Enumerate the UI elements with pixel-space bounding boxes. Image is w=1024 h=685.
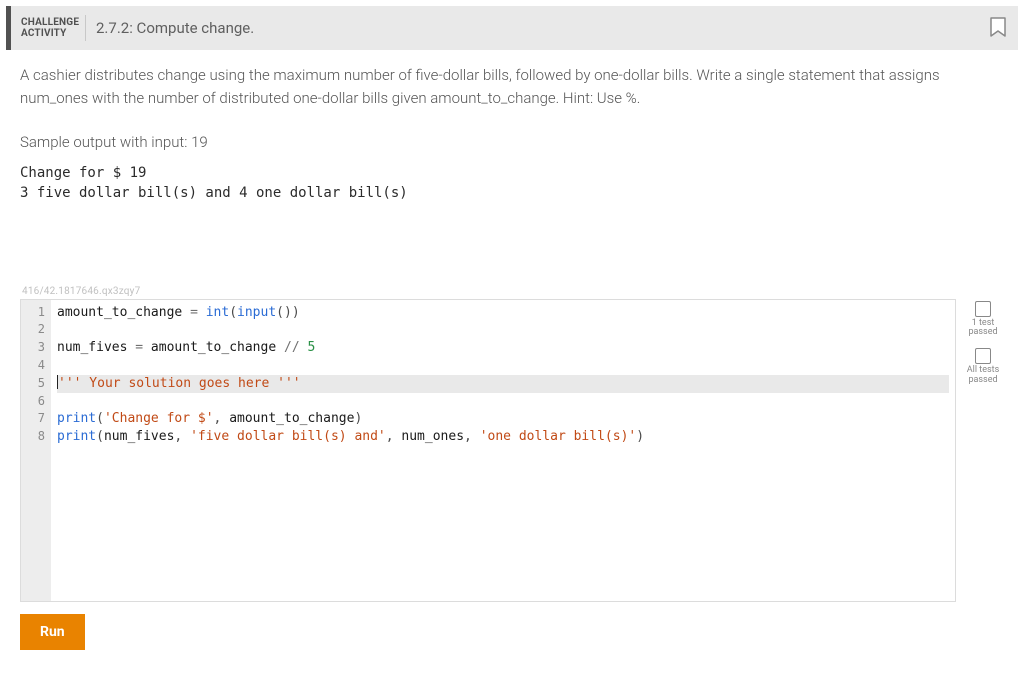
status-1-l2: passed	[968, 327, 997, 337]
challenge-title: 2.7.2: Compute change.	[96, 19, 988, 37]
checkbox-icon	[975, 348, 991, 364]
status-2-l2: passed	[968, 375, 997, 385]
one-test-passed-indicator: 1 test passed	[962, 301, 1004, 339]
status-2-l1: All tests	[967, 365, 999, 375]
code-line[interactable]: print(num_fives, 'five dollar bill(s) an…	[57, 428, 949, 446]
editor-gutter: 12345678	[21, 300, 51, 601]
code-editor[interactable]: 12345678 amount_to_change = int(input())…	[20, 299, 956, 602]
challenge-prompt: A cashier distributes change using the m…	[20, 64, 1004, 109]
header-badge: CHALLENGE ACTIVITY	[11, 17, 85, 39]
challenge-header: CHALLENGE ACTIVITY 2.7.2: Compute change…	[6, 6, 1018, 50]
code-line[interactable]: print('Change for $', amount_to_change)	[57, 410, 949, 428]
test-status-sidebar: 1 test passed All tests passed	[956, 299, 1004, 397]
bookmark-icon[interactable]	[988, 16, 1008, 40]
watermark: 416/42.1817646.qx3zqy7	[20, 286, 1004, 297]
status-1-l1: 1 test	[972, 318, 995, 328]
code-line[interactable]	[57, 393, 949, 411]
all-tests-passed-indicator: All tests passed	[962, 348, 1004, 386]
code-line[interactable]: amount_to_change = int(input())	[57, 304, 949, 322]
sample-output: Change for $ 19 3 five dollar bill(s) an…	[20, 163, 1004, 204]
code-line[interactable]	[57, 357, 949, 375]
sample-output-label: Sample output with input: 19	[20, 133, 1004, 151]
header-separator	[85, 15, 86, 41]
checkbox-icon	[975, 301, 991, 317]
code-line[interactable]: num_fives = amount_to_change // 5	[57, 339, 949, 357]
badge-line-1: CHALLENGE	[21, 17, 85, 28]
run-button[interactable]: Run	[20, 614, 85, 650]
editor-code-area[interactable]: amount_to_change = int(input()) num_fives…	[51, 300, 955, 601]
badge-line-2: ACTIVITY	[21, 28, 85, 39]
code-line[interactable]: ''' Your solution goes here '''	[57, 375, 949, 393]
code-line[interactable]	[57, 321, 949, 339]
